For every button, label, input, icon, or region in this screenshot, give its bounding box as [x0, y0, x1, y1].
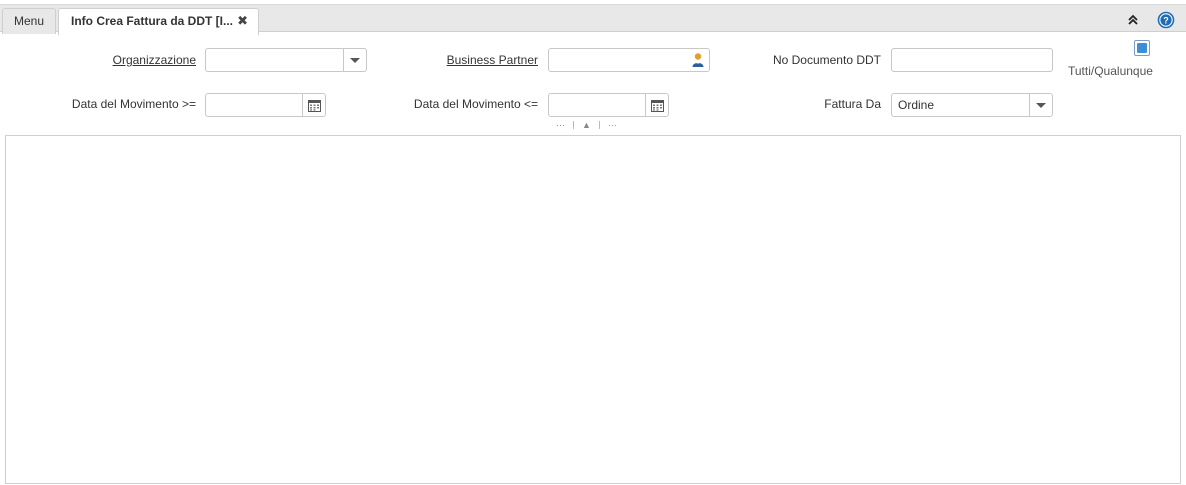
checkbox-checked-indicator	[1137, 43, 1147, 53]
data-movimento-from-label: Data del Movimento >=	[71, 97, 196, 111]
close-icon[interactable]: ✖	[237, 9, 248, 33]
organizzazione-label[interactable]: Organizzazione	[80, 48, 196, 72]
splitter-divider	[598, 121, 600, 129]
fattura-da-label: Fattura Da	[824, 97, 881, 111]
chevron-down-icon	[1036, 102, 1046, 108]
calendar-icon	[650, 99, 664, 112]
fattura-da-dropdown-button[interactable]	[1029, 94, 1052, 116]
business-partner-lookup-button[interactable]	[686, 49, 709, 71]
tutti-qualunque-checkbox[interactable]	[1134, 40, 1150, 56]
organizzazione-dropdown-button[interactable]	[343, 49, 366, 71]
organizzazione-select[interactable]	[205, 48, 367, 72]
business-partner-label[interactable]: Business Partner	[420, 48, 538, 72]
data-movimento-from-field[interactable]	[205, 93, 326, 117]
double-chevron-up-icon[interactable]	[1124, 11, 1142, 29]
data-movimento-from-calendar-button[interactable]	[302, 94, 325, 116]
results-grid[interactable]	[5, 135, 1181, 484]
data-movimento-to-label: Data del Movimento <=	[413, 97, 538, 111]
no-documento-ddt-input[interactable]	[892, 49, 1052, 71]
tab-bar: Menu Info Crea Fattura da DDT [I... ✖ ?	[0, 4, 1186, 35]
tab-menu[interactable]: Menu	[2, 8, 56, 34]
no-documento-ddt-label: No Documento DDT	[772, 53, 881, 67]
splitter-handle[interactable]: ··· ▲ ···	[556, 120, 617, 130]
no-documento-ddt-field[interactable]	[891, 48, 1053, 72]
data-movimento-from-input[interactable]	[206, 94, 301, 116]
fattura-da-input[interactable]	[892, 94, 1028, 116]
fattura-da-select[interactable]	[891, 93, 1053, 117]
organizzazione-input[interactable]	[206, 49, 342, 71]
help-icon[interactable]: ?	[1157, 11, 1175, 29]
person-icon	[692, 53, 703, 67]
chevron-down-icon	[350, 57, 360, 63]
data-movimento-to-calendar-button[interactable]	[645, 94, 668, 116]
tutti-qualunque-label: Tutti/Qualunque	[1068, 64, 1153, 78]
splitter-right-dots[interactable]: ···	[608, 120, 617, 130]
splitter-left-dots[interactable]: ···	[556, 120, 565, 130]
tab-title: Info Crea Fattura da DDT [I...	[71, 14, 234, 28]
data-movimento-to-field[interactable]	[548, 93, 669, 117]
svg-text:?: ?	[1163, 15, 1169, 25]
business-partner-field[interactable]	[548, 48, 710, 72]
data-movimento-to-input[interactable]	[549, 94, 644, 116]
business-partner-input[interactable]	[549, 49, 685, 71]
tab-info-crea-fattura[interactable]: Info Crea Fattura da DDT [I... ✖	[58, 8, 259, 35]
calendar-icon	[307, 99, 321, 112]
splitter-divider	[573, 121, 574, 129]
splitter-up-arrow-icon[interactable]: ▲	[582, 120, 591, 130]
